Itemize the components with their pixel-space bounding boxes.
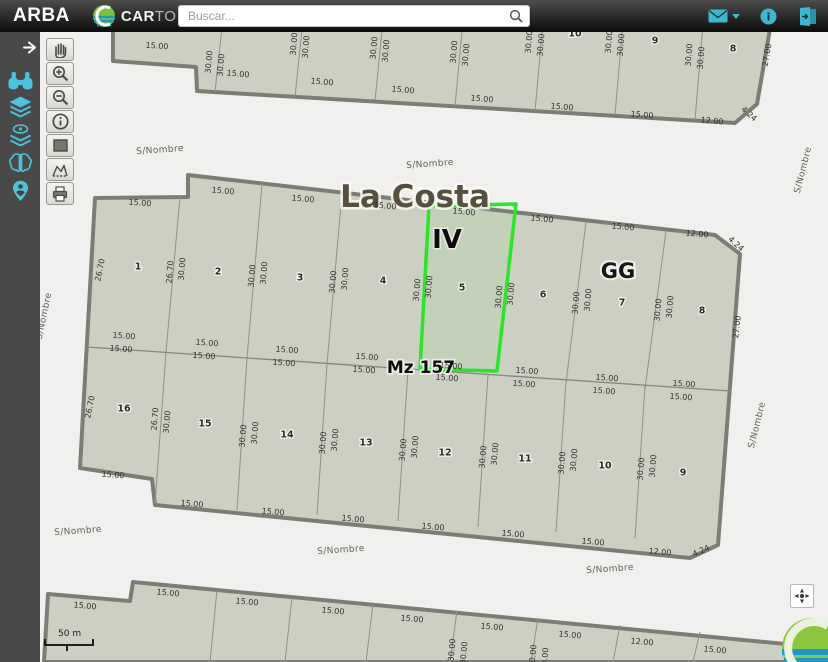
parcel-number: 9: [680, 468, 687, 479]
measurement-label: 15.00: [101, 470, 124, 481]
parcel-number: 11: [518, 454, 531, 465]
logout-button[interactable]: [797, 7, 818, 26]
layers-icon[interactable]: [8, 96, 33, 118]
parcel-number: 5: [459, 283, 466, 294]
sector-label: GG: [601, 259, 635, 283]
measurement-label: 15.00: [435, 373, 458, 384]
carto-globe-icon: [92, 4, 116, 28]
svg-text:i: i: [767, 10, 771, 23]
carto-word-light: TO: [155, 8, 177, 25]
parcel-number: 6: [540, 290, 547, 301]
arba-carto-app: { "header": { "brand": "ARBA", "logo_tex…: [0, 0, 828, 662]
measurement-label: 15.00: [128, 198, 151, 209]
measurement-label: 30.00: [459, 641, 470, 662]
parcel-number: 7: [619, 298, 626, 309]
select-rectangle-tool[interactable]: [46, 134, 74, 157]
parcel-number: 1: [135, 262, 142, 273]
measurement-label: 15.00: [109, 344, 132, 355]
measurement-label: 30.00: [528, 644, 539, 662]
messages-button[interactable]: [708, 9, 740, 23]
parcel-number: 15: [198, 419, 211, 430]
zone-label: IV: [432, 225, 462, 255]
measurement-label: 15.00: [355, 352, 378, 363]
parcel-number: 12: [438, 448, 451, 459]
parcel-number: 10: [598, 461, 612, 472]
measurement-label: 15.00: [512, 379, 535, 390]
feature-info-tool[interactable]: [46, 110, 74, 133]
parcel-number: 14: [280, 430, 294, 441]
user-location-icon[interactable]: [8, 180, 33, 202]
top-bar: ARBA CARTO i: [0, 0, 828, 32]
scale-subline: [44, 645, 68, 651]
compass-icon: [794, 588, 810, 604]
measurement-label: 15.00: [192, 351, 215, 362]
parcel-number: 8: [699, 306, 706, 317]
help-icon: i: [760, 8, 777, 25]
header-actions: i: [708, 0, 818, 32]
scale-bar: 50 m: [44, 629, 94, 651]
arba-logo: ARBA: [13, 5, 70, 27]
envelope-icon: [708, 9, 728, 23]
cadastral-map[interactable]: La Costa IV GG Mz 157 15.0015.0015.0015.…: [0, 0, 828, 662]
parcel-number: 3: [297, 273, 304, 284]
carto-wordmark: CARTO: [121, 8, 177, 25]
measurement-label: 15.00: [275, 345, 298, 356]
measurement-label: 15.00: [669, 392, 692, 403]
search-icon[interactable]: [509, 9, 523, 23]
pan-hand-tool[interactable]: [46, 38, 74, 61]
scale-label: 50 m: [58, 629, 94, 639]
measurement-label: 15.00: [595, 373, 618, 384]
parcel-number: 16: [117, 404, 131, 415]
measurement-label: 15.00: [352, 365, 375, 376]
parcel-number: 2: [215, 267, 222, 278]
parcel-number: 4: [380, 276, 387, 287]
measurement-label: 15.00: [112, 331, 135, 342]
binoculars-icon[interactable]: [8, 70, 33, 92]
measurement-label: 15.00: [272, 358, 295, 369]
measurement-label: 15.00: [439, 361, 462, 372]
caret-down-icon: [732, 14, 740, 19]
layers-visibility-icon[interactable]: [8, 124, 33, 146]
zoom-out-tool[interactable]: [46, 86, 74, 109]
help-button[interactable]: i: [760, 8, 777, 25]
left-sidebar: [0, 32, 40, 662]
measure-area-tool[interactable]: [46, 158, 74, 181]
measurement-label: 15.00: [515, 366, 538, 377]
parcel-number: 9: [652, 36, 659, 47]
search-input[interactable]: [178, 5, 530, 27]
print-map-tool[interactable]: [46, 182, 74, 205]
map-tool-column: [46, 38, 74, 206]
measurement-label: 15.00: [145, 41, 168, 52]
measurement-label: 15.00: [672, 379, 695, 390]
collapse-arrow-icon[interactable]: [23, 41, 37, 54]
zoom-in-tool[interactable]: [46, 62, 74, 85]
parcel-number: 8: [730, 44, 737, 55]
parcel-number: 13: [359, 438, 372, 449]
logout-icon: [797, 7, 818, 26]
measurement-label: 15.00: [592, 386, 615, 397]
carto-logo: CARTO: [92, 4, 177, 28]
search-box: [178, 5, 530, 27]
brain-icon[interactable]: [8, 152, 33, 174]
measurement-label: 30.00: [540, 647, 551, 662]
locate-button[interactable]: [790, 584, 814, 608]
carto-watermark-icon: [780, 616, 828, 662]
measurement-label: 15.00: [195, 338, 218, 349]
carto-word-bold: CAR: [121, 8, 155, 25]
